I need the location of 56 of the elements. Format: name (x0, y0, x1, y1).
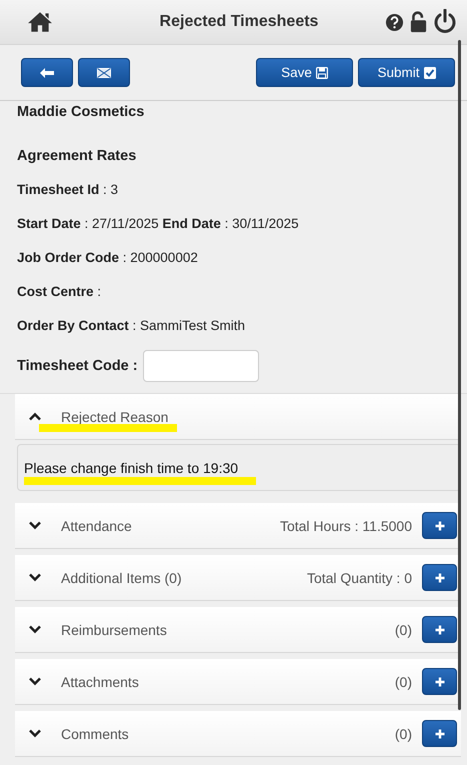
chevron-down-icon (29, 573, 41, 582)
back-button[interactable] (21, 58, 73, 87)
section-header[interactable]: Rejected Reason (15, 394, 461, 440)
section-heading: Agreement Rates (17, 148, 138, 166)
section-summary: (0) (394, 726, 412, 742)
section-title: Comments (61, 726, 129, 742)
chevron-down-icon (29, 677, 41, 686)
detail-line: Cost Centre : (17, 284, 102, 301)
detail-line: Start Date : 27/11/2025 End Date : 30/11/2025 (17, 216, 300, 233)
section-header[interactable]: Comments (0) (15, 711, 461, 757)
checkbox-icon (424, 66, 436, 78)
envelope-icon (97, 68, 111, 78)
section-header[interactable]: Additional Items (0) Total Quantity : 0 (15, 555, 461, 601)
section-summary: Total Hours : 11.5000 (280, 518, 412, 534)
section-title: Attendance (61, 518, 132, 534)
section-title: Reimbursements (61, 622, 167, 638)
unlocked-padlock-icon[interactable] (410, 11, 427, 33)
section-header[interactable]: Attendance Total Hours : 11.5000 (15, 503, 461, 549)
plus-icon (434, 624, 444, 634)
save-button[interactable]: Save (256, 58, 353, 87)
page-title: Rejected Timesheets (158, 13, 320, 31)
chevron-down-icon (29, 729, 41, 738)
chevron-up-icon (29, 412, 41, 421)
left-arrow-icon (40, 68, 54, 78)
section-header[interactable]: Attachments (0) (15, 659, 461, 705)
section-title: Attachments (61, 674, 139, 690)
field-label: Timesheet Code : (17, 358, 138, 374)
add-button[interactable] (422, 668, 457, 695)
input-field[interactable] (142, 350, 259, 382)
plus-icon (434, 728, 444, 738)
company-name: Maddie Cosmetics (17, 104, 146, 122)
help-icon[interactable] (385, 12, 404, 32)
add-button[interactable] (422, 720, 457, 747)
plus-icon (434, 572, 444, 582)
add-button[interactable] (422, 512, 457, 539)
detail-line: Order By Contact : SammiTest Smith (17, 318, 246, 335)
power-icon[interactable] (433, 9, 457, 35)
scrollbar[interactable] (458, 40, 461, 710)
home-icon[interactable] (27, 11, 53, 33)
detail-line: Job Order Code : 200000002 (17, 250, 199, 267)
plus-icon (434, 676, 444, 686)
section-title: Additional Items (0) (61, 570, 182, 586)
reason-text: Please change finish time to 19:30 (24, 460, 238, 476)
section-title: Rejected Reason (61, 408, 168, 424)
section-summary: Total Quantity : 0 (306, 570, 412, 586)
section-summary: (0) (394, 674, 412, 690)
section-header[interactable]: Reimbursements (0) (15, 607, 461, 653)
section-summary: (0) (394, 622, 412, 638)
email-button[interactable] (78, 58, 130, 87)
add-button[interactable] (422, 616, 457, 643)
add-button[interactable] (422, 564, 457, 591)
plus-icon (434, 520, 444, 530)
chevron-down-icon (29, 625, 41, 634)
chevron-down-icon (29, 521, 41, 530)
submit-button[interactable]: Submit (358, 58, 455, 87)
detail-line: Timesheet Id : 3 (17, 182, 120, 199)
